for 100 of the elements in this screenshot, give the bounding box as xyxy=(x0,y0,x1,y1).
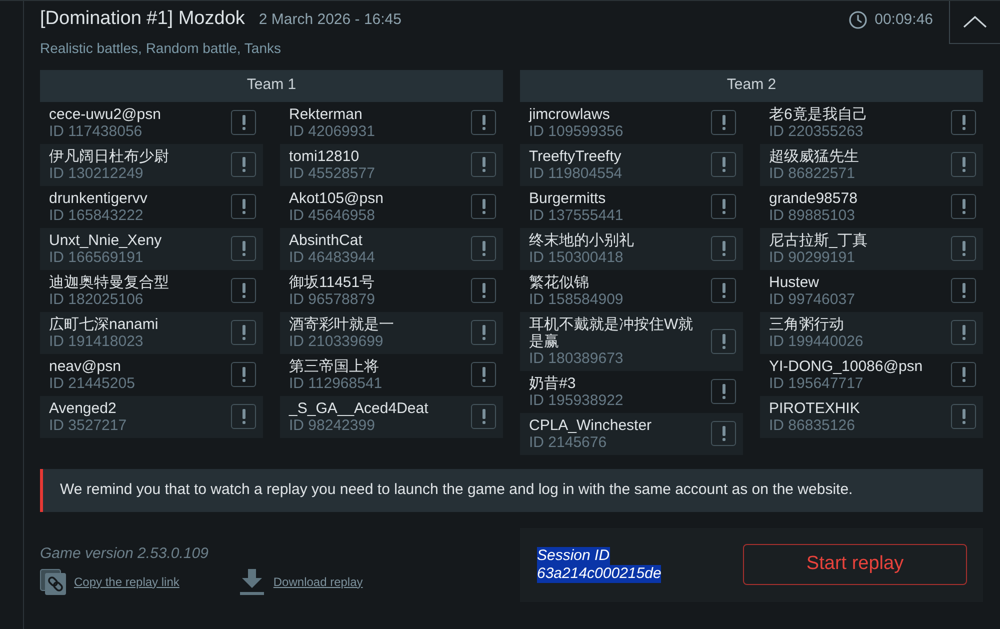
copy-link[interactable]: Copy the replay link xyxy=(74,572,180,590)
player-id: ID 158584909 xyxy=(529,290,624,308)
exclamation-icon xyxy=(722,241,726,256)
exclamation-icon xyxy=(722,157,726,172)
download-link[interactable]: Download replay xyxy=(273,572,363,590)
session-id-label: Session ID xyxy=(537,546,610,564)
exclamation-icon xyxy=(242,241,246,256)
player-id: ID 99746037 xyxy=(769,290,856,308)
report-button[interactable] xyxy=(231,320,256,345)
player-id: ID 182025106 xyxy=(49,290,144,308)
exclamation-icon xyxy=(722,283,726,298)
exclamation-icon xyxy=(242,409,246,424)
match-date: 2 March 2026 - 16:45 xyxy=(258,10,402,30)
player-name: _S_GA__Aced4Deat xyxy=(289,400,430,416)
report-button[interactable] xyxy=(711,328,736,354)
match-title: [Domination #1] Mozdok xyxy=(40,7,245,31)
report-button[interactable] xyxy=(711,278,736,303)
report-button[interactable] xyxy=(951,110,976,135)
copy-link-icon xyxy=(40,568,66,594)
report-button[interactable] xyxy=(471,278,496,303)
player-id: ID 166569191 xyxy=(49,248,144,266)
exclamation-icon xyxy=(482,241,486,256)
report-button[interactable] xyxy=(231,362,256,387)
report-button[interactable] xyxy=(711,152,736,177)
report-button[interactable] xyxy=(471,194,496,219)
player-id: ID 199440026 xyxy=(769,332,864,350)
player-name: 奶昔#3 xyxy=(529,374,577,392)
player-id: ID 150300418 xyxy=(529,248,624,266)
player-name: cece-uwu2@psn xyxy=(49,106,162,122)
report-button[interactable] xyxy=(231,194,256,219)
player-name: 迪迦奥特曼复合型 xyxy=(49,274,170,290)
report-button[interactable] xyxy=(471,152,496,177)
report-button[interactable] xyxy=(951,404,976,429)
player-id: ID 137555441 xyxy=(529,206,624,224)
report-button[interactable] xyxy=(471,110,496,135)
player-name: 酒寄彩叶就是一 xyxy=(289,316,395,332)
report-button[interactable] xyxy=(951,362,976,387)
exclamation-icon xyxy=(962,367,966,382)
report-button[interactable] xyxy=(231,236,256,261)
player-id: ID 3527217 xyxy=(49,416,128,434)
exclamation-icon xyxy=(722,115,726,130)
player-name: 御坂11451号 xyxy=(289,274,376,290)
player-name: grande98578 xyxy=(769,190,858,206)
report-button[interactable] xyxy=(471,320,496,345)
report-button[interactable] xyxy=(951,236,976,261)
report-button[interactable] xyxy=(471,362,496,387)
player-id: ID 42069931 xyxy=(289,122,376,140)
player-id: ID 165843222 xyxy=(49,206,144,224)
report-button[interactable] xyxy=(951,278,976,303)
clock-icon xyxy=(848,11,867,29)
report-button[interactable] xyxy=(951,194,976,219)
exclamation-icon xyxy=(722,426,726,441)
player-id: ID 46483944 xyxy=(289,248,376,266)
player-name: 超级威猛先生 xyxy=(769,148,860,164)
exclamation-icon xyxy=(962,409,966,424)
report-button[interactable] xyxy=(231,152,256,177)
report-button[interactable] xyxy=(231,404,256,429)
session-id-value: 63a214c000215de xyxy=(537,564,662,582)
report-button[interactable] xyxy=(951,320,976,345)
report-button[interactable] xyxy=(711,194,736,219)
player-id: ID 195938922 xyxy=(529,392,624,408)
player-name: 第三帝国上将 xyxy=(289,358,380,374)
player-id: ID 45528577 xyxy=(289,164,376,182)
exclamation-icon xyxy=(482,367,486,382)
player-name: tomi12810 xyxy=(289,148,360,164)
team-header: Team 1 xyxy=(40,70,503,102)
exclamation-icon xyxy=(482,283,486,298)
exclamation-icon xyxy=(722,334,726,348)
player-name: Akot105@psn xyxy=(289,190,384,206)
player-name: Rekterman xyxy=(289,106,364,122)
player-id: ID 96578879 xyxy=(289,290,376,308)
player-name: 尼古拉斯_丁真 xyxy=(769,232,868,248)
report-button[interactable] xyxy=(231,110,256,135)
player-id: ID 112968541 xyxy=(289,374,384,392)
report-button[interactable] xyxy=(711,421,736,446)
player-name: Avenged2 xyxy=(49,400,118,416)
collapse-button[interactable] xyxy=(949,1,1000,44)
player-id: ID 86822571 xyxy=(769,164,856,182)
player-id: ID 180389673 xyxy=(529,350,624,366)
report-button[interactable] xyxy=(951,152,976,177)
player-name: PIROTEXHIK xyxy=(769,400,861,416)
report-button[interactable] xyxy=(711,236,736,261)
report-button[interactable] xyxy=(711,110,736,135)
player-id: ID 117438056 xyxy=(49,122,144,140)
exclamation-icon xyxy=(482,199,486,214)
player-name: Hustew xyxy=(769,274,820,290)
exclamation-icon xyxy=(962,157,966,172)
report-button[interactable] xyxy=(471,236,496,261)
report-button[interactable] xyxy=(711,379,736,404)
player-name: 繁花似锦 xyxy=(529,274,590,290)
report-button[interactable] xyxy=(231,278,256,303)
player-name: 老6竟是我自己 xyxy=(769,106,868,122)
start-replay-button[interactable]: Start replay xyxy=(743,544,967,585)
player-id: ID 45646958 xyxy=(289,206,376,224)
exclamation-icon xyxy=(962,283,966,298)
player-name: jimcrowlaws xyxy=(529,106,611,122)
player-name: 伊凡阔日杜布少尉 xyxy=(49,148,170,164)
report-button[interactable] xyxy=(471,404,496,429)
match-mode: Realistic battles, Random battle, Tanks xyxy=(40,38,281,56)
exclamation-icon xyxy=(242,115,246,130)
